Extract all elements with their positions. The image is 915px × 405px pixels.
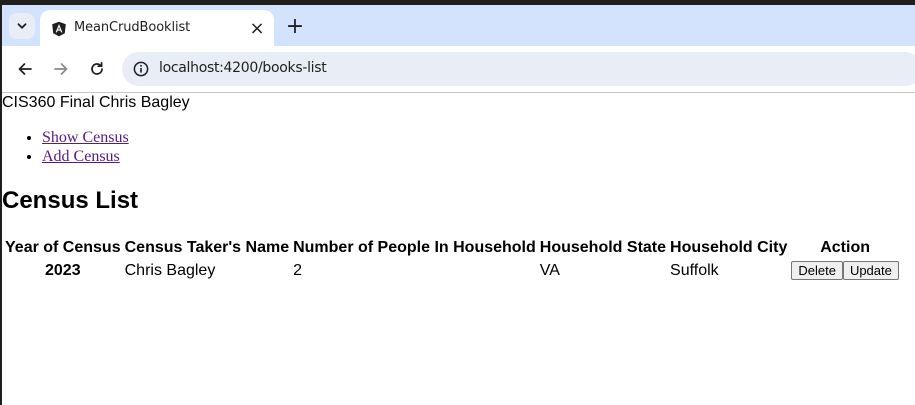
app-title: CIS360 Final Chris Bagley: [2, 94, 190, 111]
nav-list: Show Census Add Census: [2, 128, 129, 166]
table-row: 2023 Chris Bagley 2 VA Suffolk Delete Upd…: [4, 260, 900, 281]
nav-item-show-census: Show Census: [42, 128, 129, 147]
cell-year: 2023: [45, 261, 81, 279]
reload-icon: [91, 61, 103, 75]
nav-item-add-census: Add Census: [42, 147, 129, 166]
browser-toolbar: localhost:4200/books-list: [2, 46, 915, 92]
delete-button[interactable]: Delete: [791, 261, 843, 280]
back-button[interactable]: [13, 57, 37, 81]
update-button[interactable]: Update: [842, 261, 899, 280]
show-census-link[interactable]: Show Census: [42, 129, 129, 146]
reload-button[interactable]: [85, 57, 109, 81]
tab-close-icon[interactable]: ×: [246, 17, 268, 39]
angular-favicon-icon: [52, 21, 66, 37]
column-header-year: Year of Census: [5, 239, 121, 256]
tab-title: MeanCrudBooklist: [74, 20, 191, 35]
page-title: Census List: [2, 187, 139, 214]
tab-strip: MeanCrudBooklist × +: [2, 5, 915, 46]
tab-search-button[interactable]: [9, 13, 35, 39]
column-header-people: Number of People In Household: [293, 239, 536, 256]
cell-taker-name: Chris Bagley: [124, 261, 216, 279]
cell-action: Delete Update: [790, 260, 900, 281]
cell-people: 2: [293, 261, 302, 279]
page-content: CIS360 Final Chris Bagley Show Census Ad…: [2, 93, 915, 405]
table-header-row: Year of Census Census Taker's Name Numbe…: [4, 238, 900, 258]
column-header-city: Household City: [670, 239, 788, 256]
column-header-state: Household State: [539, 239, 667, 256]
column-header-taker-name: Census Taker's Name: [124, 239, 290, 256]
add-census-link[interactable]: Add Census: [42, 148, 120, 165]
address-bar[interactable]: localhost:4200/books-list: [122, 52, 915, 86]
arrow-right-icon: [54, 63, 68, 75]
site-info-icon[interactable]: [132, 60, 150, 78]
browser-tab[interactable]: MeanCrudBooklist ×: [40, 10, 274, 46]
url-text[interactable]: localhost:4200/books-list: [159, 60, 327, 76]
forward-button[interactable]: [49, 57, 73, 81]
chevron-down-icon: [17, 23, 27, 29]
census-table: Year of Census Census Taker's Name Numbe…: [2, 236, 902, 283]
arrow-left-icon: [18, 63, 32, 75]
cell-state: VA: [539, 261, 560, 279]
cell-city: Suffolk: [670, 261, 719, 279]
column-header-action: Action: [820, 239, 870, 256]
new-tab-icon[interactable]: +: [283, 14, 307, 39]
